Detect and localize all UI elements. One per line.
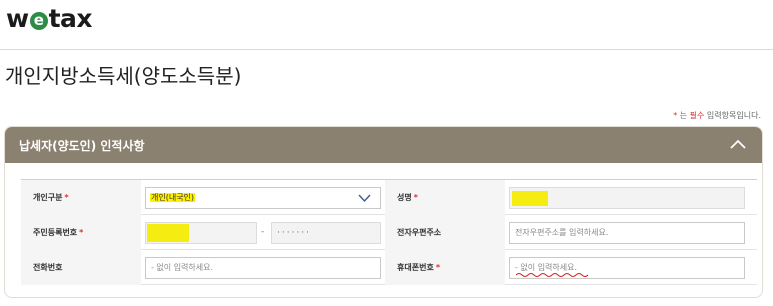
- resident-number-back-field[interactable]: ·······: [271, 222, 381, 244]
- panel-header[interactable]: 납세자(양도인) 인적사항: [5, 127, 762, 163]
- logo-e-circle: e: [29, 12, 48, 30]
- resident-number-front-field[interactable]: [145, 222, 257, 244]
- form-row: 개인구분 * 개인(내국인) 성명 *: [21, 180, 757, 215]
- spellcheck-underline: [516, 273, 588, 277]
- name-highlight-redaction: [512, 191, 548, 206]
- resident-number-label-text: 주민등록번호: [33, 228, 78, 237]
- phone-label: 전화번호: [21, 250, 141, 285]
- required-star: *: [435, 263, 440, 272]
- taxpayer-type-label: 개인구분 *: [21, 180, 141, 215]
- taxpayer-type-label-text: 개인구분: [33, 193, 63, 202]
- taxpayer-form-grid: 개인구분 * 개인(내국인) 성명 * 주민등록번호 * - ······· 전…: [21, 179, 757, 285]
- mobile-placeholder: - 없이 입력하세요.: [515, 263, 578, 272]
- mobile-field[interactable]: - 없이 입력하세요.: [509, 257, 745, 279]
- wetax-logo[interactable]: w e tax: [6, 4, 93, 33]
- email-field[interactable]: 전자우편주소를 입력하세요.: [509, 222, 745, 244]
- required-note: * 는 필수 입력항목입니다.: [673, 110, 761, 121]
- email-placeholder: 전자우편주소를 입력하세요.: [515, 228, 609, 237]
- site-header: w e tax: [0, 0, 773, 50]
- form-row: 주민등록번호 * - ······· 전자우편주소 전자우편주소를 입력하세요.: [21, 215, 757, 250]
- taxpayer-type-value: 개인(내국인): [150, 193, 196, 202]
- name-label-text: 성명: [397, 193, 412, 202]
- email-label: 전자우편주소: [385, 215, 505, 250]
- taxpayer-type-select[interactable]: 개인(내국인): [145, 187, 381, 209]
- phone-field[interactable]: - 없이 입력하세요.: [145, 257, 381, 279]
- page-title: 개인지방소득세(양도소득분): [5, 64, 242, 88]
- required-note-post: 입력항목입니다.: [704, 111, 761, 120]
- required-note-em: 필수: [689, 111, 705, 120]
- mobile-label: 휴대폰번호 *: [385, 250, 505, 285]
- required-star: *: [79, 228, 84, 237]
- taxpayer-info-panel: 납세자(양도인) 인적사항 개인구분 * 개인(내국인) 성명 * 주민등록번호…: [4, 126, 763, 298]
- email-label-text: 전자우편주소: [397, 228, 442, 237]
- form-row: 전화번호 - 없이 입력하세요. 휴대폰번호 * - 없이 입력하세요.: [21, 250, 757, 285]
- phone-placeholder: - 없이 입력하세요.: [151, 263, 214, 272]
- chevron-down-icon: [358, 194, 371, 203]
- chevron-up-icon[interactable]: [728, 135, 748, 155]
- phone-label-text: 전화번호: [33, 263, 63, 272]
- name-field[interactable]: [509, 187, 745, 209]
- panel-title: 납세자(양도인) 인적사항: [19, 139, 145, 153]
- name-label: 성명 *: [385, 180, 505, 215]
- resident-number-label: 주민등록번호 *: [21, 215, 141, 250]
- resident-number-mask: ·······: [277, 228, 312, 238]
- resident-number-highlight-redaction: [147, 224, 189, 242]
- logo-letters-tax: tax: [48, 4, 93, 33]
- required-note-pre: 는: [677, 111, 690, 120]
- mobile-label-text: 휴대폰번호: [397, 263, 434, 272]
- required-star: *: [413, 193, 418, 202]
- required-star: *: [64, 193, 69, 202]
- logo-letter-w: w: [6, 4, 29, 33]
- resident-number-separator: -: [261, 227, 265, 237]
